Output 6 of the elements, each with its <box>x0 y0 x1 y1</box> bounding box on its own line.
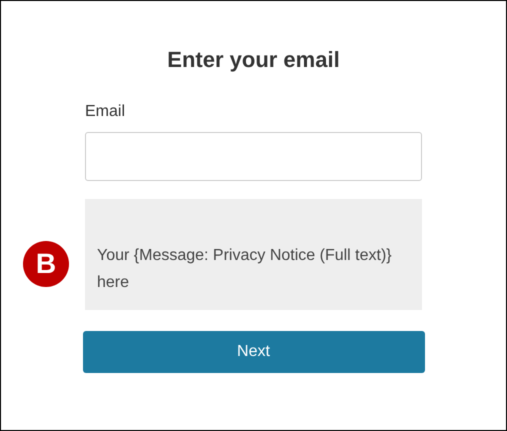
page-title: Enter your email <box>167 46 340 74</box>
email-field[interactable] <box>85 132 422 181</box>
annotation-badge: B <box>23 241 69 287</box>
next-button[interactable]: Next <box>82 331 424 373</box>
field-label: Email <box>85 102 126 122</box>
privacy-notice-text: Your {Message: Privacy Notice (Full text)} here <box>97 246 393 292</box>
